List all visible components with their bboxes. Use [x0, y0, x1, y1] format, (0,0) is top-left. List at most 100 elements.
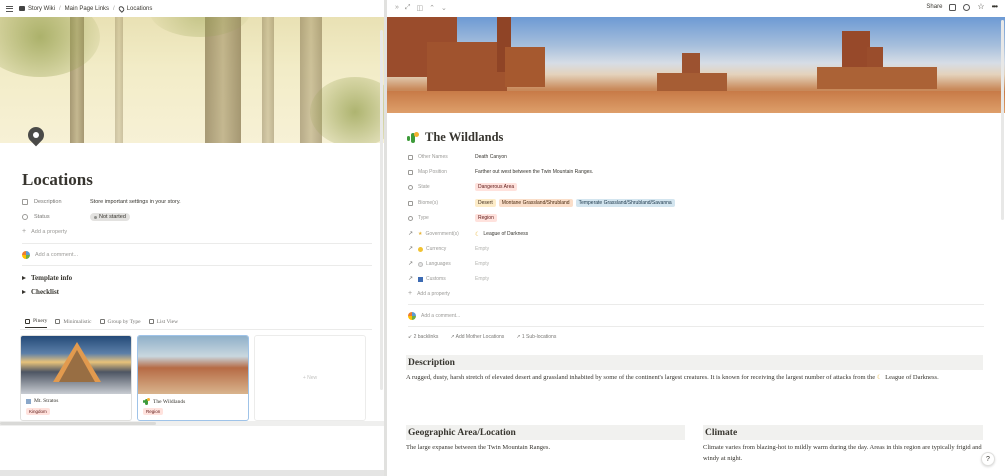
sub-locations-button[interactable]: ↗ 1 Sub-locations — [516, 334, 562, 340]
property-customs[interactable]: ↗ Customs Empty — [408, 274, 489, 284]
property-state[interactable]: State Dangerous Area — [408, 182, 520, 192]
gallery-card[interactable]: Mt. Stratos Kingdom — [20, 335, 132, 421]
relation-arrow-icon: ↗ — [408, 245, 414, 252]
page-title[interactable]: Locations — [22, 170, 93, 190]
property-other-names[interactable]: Other Names Death Canyon — [408, 152, 507, 162]
vertical-scrollbar[interactable] — [380, 30, 383, 390]
section-heading-climate[interactable]: Climate — [703, 425, 983, 440]
triangle-right-icon — [22, 276, 26, 280]
help-button[interactable]: ? — [981, 452, 995, 466]
section-heading-description[interactable]: Description — [406, 355, 983, 370]
vertical-scrollbar[interactable] — [1001, 20, 1004, 220]
plus-icon: + — [22, 228, 27, 235]
book-icon — [19, 6, 25, 11]
add-comment[interactable]: Add a comment... — [22, 251, 78, 259]
relation-arrow-icon: ↗ — [408, 230, 414, 237]
biome-tag[interactable]: Desert — [475, 199, 496, 207]
mountain-icon — [26, 398, 31, 404]
toggle-checklist[interactable]: Checklist — [22, 288, 59, 296]
share-button[interactable]: Share — [926, 4, 942, 10]
tab-group-by-type[interactable]: Group by Type — [99, 318, 141, 328]
chevron-up-icon[interactable]: ⌃ — [429, 4, 435, 12]
mention-link[interactable]: ☾ League of Darkness — [877, 373, 937, 384]
property-governments[interactable]: ↗ ★ Government(s) ☾ League of Darkness — [408, 229, 528, 239]
map-pin-icon[interactable] — [24, 123, 48, 153]
gallery: Mt. Stratos Kingdom The Wildlands Region… — [20, 335, 371, 421]
left-topbar: Story Wiki / Main Page Links / Locations — [0, 0, 384, 17]
clock-icon[interactable] — [963, 3, 971, 11]
customs-icon — [418, 276, 423, 282]
desert-image — [138, 336, 248, 394]
tab-minimalistic[interactable]: Minimalistic — [55, 318, 92, 328]
text-lines-icon — [22, 199, 28, 205]
breadcrumb-item[interactable]: Story Wiki — [28, 6, 55, 12]
breadcrumb: Story Wiki / Main Page Links / Locations — [19, 4, 153, 13]
property-map-position[interactable]: Map Position Farther out west between th… — [408, 167, 593, 177]
text-lines-icon — [408, 154, 413, 160]
coin-icon — [418, 246, 423, 252]
property-currency[interactable]: ↗ Currency Empty — [408, 244, 489, 254]
right-topbar: » ⤢ ◫ ⌃ ⌄ Share ☆ ••• — [387, 0, 1005, 17]
biome-tag[interactable]: Temperate Grassland/Shrubland/Savanna — [575, 199, 675, 207]
select-circle-icon — [408, 215, 413, 221]
chevron-down-icon[interactable]: ⌄ — [441, 4, 447, 12]
section-heading-geographic-area[interactable]: Geographic Area/Location — [406, 425, 685, 440]
status-circle-icon — [22, 214, 28, 220]
geographic-area-text[interactable]: The large expanse between the Twin Mount… — [406, 443, 685, 454]
board-icon — [99, 319, 105, 324]
left-pane: Story Wiki / Main Page Links / Locations… — [0, 0, 384, 476]
toggle-template-info[interactable]: Template info — [22, 274, 72, 282]
horizontal-scrollbar[interactable] — [0, 422, 156, 425]
backlinks-button[interactable]: ↙ 2 backlinks — [408, 334, 444, 340]
more-icon[interactable]: ••• — [992, 3, 998, 11]
breadcrumb-item[interactable]: Locations — [127, 6, 153, 12]
avatar — [408, 312, 416, 320]
sidebar-menu-icon[interactable] — [6, 5, 13, 12]
gallery-icon — [25, 318, 30, 324]
state-tag[interactable]: Dangerous Area — [475, 183, 518, 191]
tab-list-view[interactable]: List View — [148, 318, 178, 328]
page-title[interactable]: The Wildlands — [407, 130, 503, 145]
description-text[interactable]: A rugged, dusty, harsh stretch of elevat… — [406, 373, 976, 384]
plus-icon: + — [408, 290, 413, 297]
relation-link[interactable]: League of Darkness — [483, 231, 528, 237]
moon-icon: ☾ — [876, 375, 883, 381]
property-status[interactable]: Status Not started — [22, 212, 130, 222]
star-icon[interactable]: ☆ — [977, 3, 984, 11]
double-chevron-icon[interactable]: » — [395, 4, 399, 12]
type-tag: Kingdom — [26, 408, 50, 415]
expand-icon[interactable]: ⤢ — [405, 4, 411, 12]
cover-image-forest — [0, 17, 384, 143]
gallery-card[interactable]: The Wildlands Region — [137, 335, 249, 421]
mountain-image — [21, 336, 131, 394]
property-biomes[interactable]: Biome(s) Desert Montane Grassland/Shrubl… — [408, 198, 678, 208]
speech-bubble-icon — [418, 261, 423, 267]
moon-icon: ☾ — [475, 231, 481, 238]
add-property-button[interactable]: + Add a property — [408, 290, 450, 297]
avatar — [22, 251, 30, 259]
type-tag: Region — [143, 408, 164, 415]
comment-icon[interactable] — [949, 3, 957, 11]
list-icon — [408, 200, 413, 206]
property-description[interactable]: Description Store important settings in … — [22, 197, 181, 207]
right-pane: » ⤢ ◫ ⌃ ⌄ Share ☆ ••• The Wildlands Othe — [387, 0, 1005, 476]
tab-pinery[interactable]: Pinery — [25, 318, 48, 328]
type-tag[interactable]: Region — [475, 214, 497, 222]
property-languages[interactable]: ↗ Languages Empty — [408, 259, 489, 269]
breadcrumb-item[interactable]: Main Page Links — [65, 6, 109, 12]
biome-tag[interactable]: Montane Grassland/Shrubland — [498, 199, 573, 207]
add-property-button[interactable]: + Add a property — [22, 228, 67, 235]
database-view-tabs: Pinery Minimalistic Group by Type List V… — [25, 318, 186, 328]
text-lines-icon — [408, 169, 413, 175]
property-type[interactable]: Type Region — [408, 213, 500, 223]
new-card-button[interactable]: + New — [254, 335, 366, 421]
split-view-icon[interactable]: ◫ — [417, 4, 424, 12]
add-mother-locations-button[interactable]: ↗ Add Mother Locations — [450, 334, 510, 340]
climate-text[interactable]: Climate varies from blazing-hot to mildl… — [703, 443, 983, 464]
status-circle-icon — [408, 184, 413, 190]
cactus-icon[interactable] — [407, 131, 419, 144]
star-icon: ★ — [418, 231, 423, 237]
location-pin-icon — [117, 4, 126, 13]
status-badge[interactable]: Not started — [90, 213, 130, 221]
add-comment[interactable]: Add a comment... — [408, 312, 460, 320]
